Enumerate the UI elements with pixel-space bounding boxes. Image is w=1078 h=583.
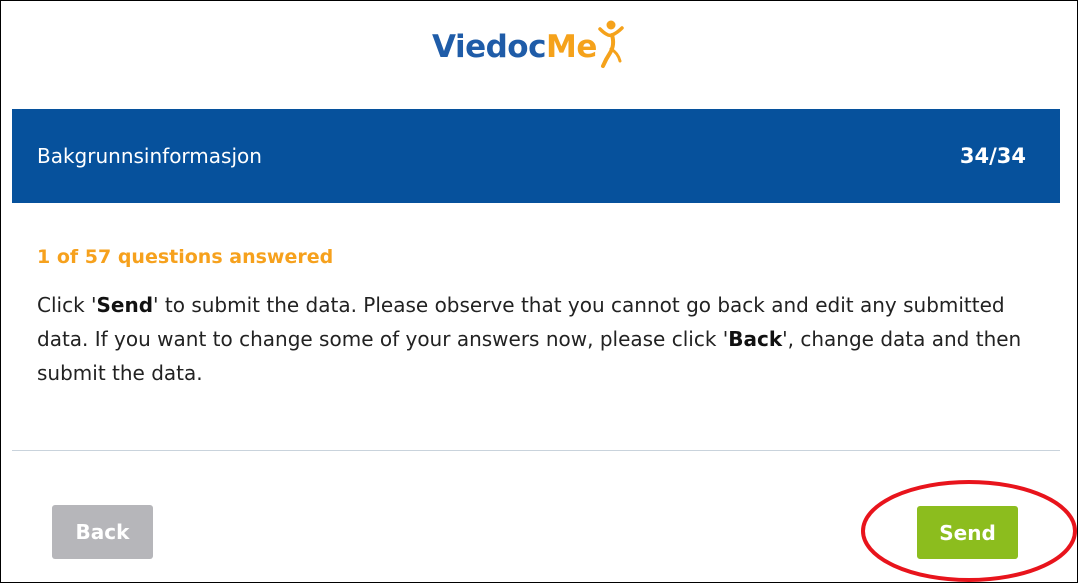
instructions-part-1: Click ' <box>37 293 97 317</box>
divider <box>12 450 1060 451</box>
logo-text-me: Me <box>545 28 597 65</box>
send-button[interactable]: Send <box>917 506 1018 559</box>
section-header: Bakgrunnsinformasjon 34/34 <box>12 109 1060 203</box>
answered-progress-text: 1 of 57 questions answered <box>37 246 334 268</box>
page-frame: ViedocMe Bakgrunnsinformasjon 34/34 1 of… <box>0 0 1078 583</box>
back-button[interactable]: Back <box>52 505 153 559</box>
viedocme-logo: ViedocMe <box>432 19 624 75</box>
person-jumping-icon <box>598 20 624 68</box>
section-title: Bakgrunnsinformasjon <box>37 144 262 168</box>
instructions-back-word: Back <box>728 327 783 351</box>
instructions-send-word: Send <box>96 293 154 317</box>
logo-text-viedoc: Viedoc <box>432 28 546 65</box>
logo-text: ViedocMe <box>432 28 597 65</box>
page-counter: 34/34 <box>959 144 1026 168</box>
submit-instructions: Click 'Send' to submit the data. Please … <box>37 288 1037 390</box>
